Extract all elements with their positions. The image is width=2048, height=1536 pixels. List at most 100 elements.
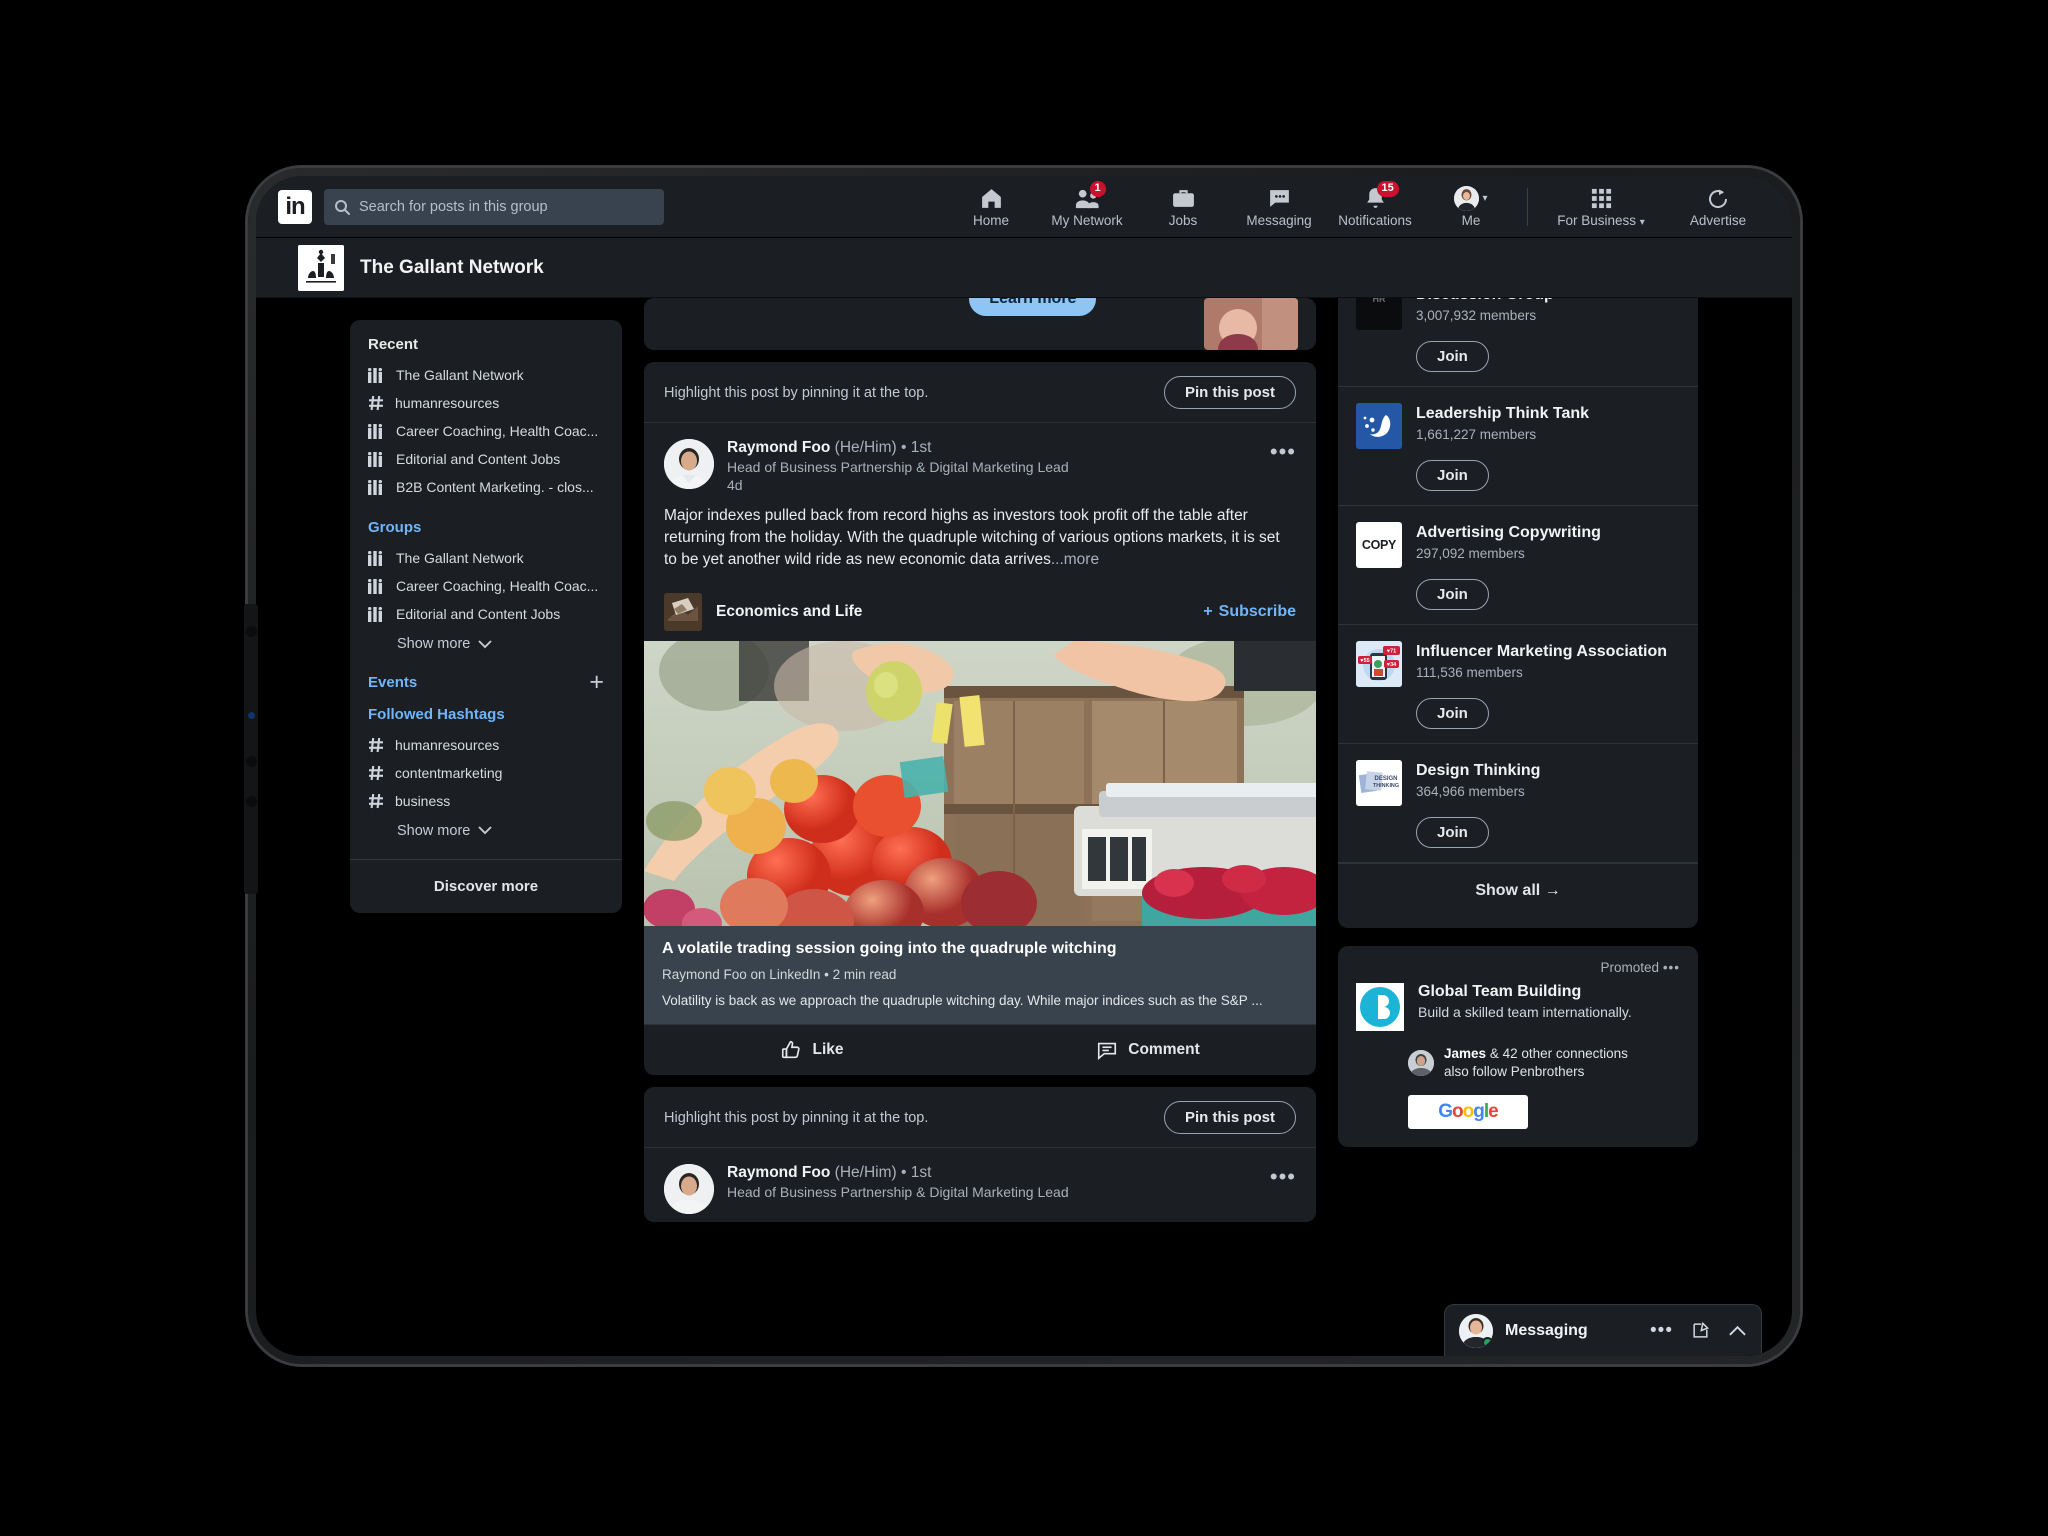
join-button-design-thinking[interactable]: Join	[1416, 817, 1489, 848]
thumbs-up-icon	[780, 1039, 802, 1061]
promoted-connection-text: James & 42 other connections also follow…	[1444, 1045, 1628, 1081]
hashtags-show-more-button[interactable]: Show more	[350, 815, 622, 847]
group-members: 297,092 members	[1416, 546, 1525, 562]
pin-this-post-button-2[interactable]: Pin this post	[1164, 1101, 1296, 1134]
group-avatar-icon: COPY	[1356, 522, 1402, 568]
subscribe-button-1[interactable]: + Subscribe	[1203, 603, 1296, 621]
group-avatar-icon	[1356, 403, 1402, 449]
show-all-groups-button[interactable]: Show all →	[1338, 863, 1698, 918]
sidebar-item-career-coaching[interactable]: Career Coaching, Health Coac...	[350, 417, 622, 445]
sidebar-hashtag-business[interactable]: business	[350, 787, 622, 815]
messaging-dock[interactable]: Messaging •••	[1444, 1304, 1762, 1356]
chevron-up-icon[interactable]	[1728, 1325, 1747, 1337]
promoted-connection-line2: also follow Penbrothers	[1444, 1064, 1585, 1080]
article-image[interactable]	[644, 641, 1316, 926]
group-icon	[368, 423, 385, 439]
post-author-1[interactable]: Raymond Foo (He/Him) • 1st	[727, 439, 1296, 457]
post-author-name-2: Raymond Foo	[727, 1164, 831, 1181]
avatar[interactable]	[664, 1164, 714, 1214]
group-row-influencer-marketing-association: ♥71 ♥55 ♥34 Influencer Marketing Associa…	[1338, 625, 1698, 744]
post-author-pronouns-1: (He/Him)	[834, 439, 897, 456]
nav-item-me[interactable]: ▾ Me	[1423, 176, 1519, 238]
left-column: Recent The Gallant Network humanresource…	[350, 298, 622, 1356]
sidebar-item-label: The Gallant Network	[396, 550, 524, 566]
pin-prompt-1: Highlight this post by pinning it at the…	[664, 384, 929, 401]
group-name[interactable]: Influencer Marketing Association	[1416, 641, 1667, 662]
nav-item-home[interactable]: Home	[943, 176, 1039, 238]
page-content: Recent The Gallant Network humanresource…	[256, 298, 1792, 1356]
nav-item-for-business[interactable]: For Business ▾	[1536, 176, 1666, 238]
group-name[interactable]: Advertising Copywriting	[1416, 522, 1601, 543]
like-button-1[interactable]: Like	[644, 1025, 980, 1075]
group-icon	[368, 578, 385, 594]
sidebar-group-the-gallant-network[interactable]: The Gallant Network	[350, 544, 622, 572]
groups-show-more-label: Show more	[397, 636, 471, 652]
promoted-options-icon[interactable]: •••	[1663, 960, 1680, 975]
group-name: The Gallant Network	[360, 256, 544, 278]
group-row-advertising-copywriting: COPY Advertising Copywriting 297,092 mem…	[1338, 506, 1698, 625]
sidebar-group-career-coaching[interactable]: Career Coaching, Health Coac...	[350, 572, 622, 600]
post-options-icon-1[interactable]: •••	[1270, 441, 1296, 463]
post-header-1: Raymond Foo (He/Him) • 1st Head of Busin…	[644, 423, 1316, 501]
nav-item-messaging[interactable]: Messaging	[1231, 176, 1327, 238]
sidebar-item-label: Editorial and Content Jobs	[396, 451, 561, 467]
join-button-influencer-marketing-association[interactable]: Join	[1416, 698, 1489, 729]
sidebar-hashtags-list: humanresources contentmarketing business	[350, 731, 622, 815]
nav-item-my-network[interactable]: 1 My Network	[1039, 176, 1135, 238]
sidebar-hashtag-contentmarketing[interactable]: contentmarketing	[350, 759, 622, 787]
compose-icon[interactable]	[1691, 1321, 1710, 1340]
promoted-title[interactable]: Global Team Building	[1418, 983, 1632, 1001]
join-button-leadership-think-tank[interactable]: Join	[1416, 460, 1489, 491]
tablet-screen: in Search for posts in this group Home 1…	[256, 176, 1792, 1356]
comment-button-1[interactable]: Comment	[980, 1025, 1316, 1075]
newsletter-name-1[interactable]: Economics and Life	[716, 603, 862, 621]
svg-text:♥71: ♥71	[1387, 649, 1396, 655]
nav-item-notifications[interactable]: 15 Notifications	[1327, 176, 1423, 238]
sidebar-hashtag-humanresources[interactable]: humanresources	[350, 731, 622, 759]
post-see-more-1[interactable]: ...more	[1051, 551, 1099, 568]
group-name[interactable]: Leadership Think Tank	[1416, 403, 1589, 424]
avatar[interactable]	[1459, 1313, 1493, 1348]
sidebar-item-editorial-content-jobs[interactable]: Editorial and Content Jobs	[350, 445, 622, 473]
search-input[interactable]: Search for posts in this group	[324, 188, 664, 225]
article-card[interactable]: A volatile trading session going into th…	[644, 926, 1316, 1024]
bell-icon: 15	[1363, 180, 1399, 212]
nav-item-advertise[interactable]: Advertise	[1666, 176, 1770, 238]
add-event-button[interactable]: +	[589, 670, 604, 694]
post-options-icon-2[interactable]: •••	[1270, 1166, 1296, 1188]
search-icon	[334, 199, 350, 215]
pin-this-post-button-1[interactable]: Pin this post	[1164, 376, 1296, 409]
group-icon	[368, 367, 385, 383]
advertise-icon	[1706, 186, 1730, 212]
nav-item-jobs[interactable]: Jobs	[1135, 176, 1231, 238]
learn-more-button[interactable]: Learn more	[969, 298, 1097, 316]
group-members: 1,661,227 members	[1416, 427, 1537, 443]
group-name[interactable]: Discussion Group	[1416, 298, 1554, 305]
right-column: HR Discussion Group 3,007,932 members Jo…	[1338, 298, 1698, 1356]
discover-more-button[interactable]: Discover more	[350, 858, 622, 913]
badge-notifications: 15	[1376, 180, 1399, 197]
sidebar-item-b2b-content-marketing[interactable]: B2B Content Marketing. - clos...	[350, 473, 622, 501]
avatar[interactable]	[664, 439, 714, 489]
groups-show-more-button[interactable]: Show more	[350, 628, 622, 660]
tablet-device-frame: in Search for posts in this group Home 1…	[248, 168, 1800, 1364]
post-author-title-1: Head of Business Partnership & Digital M…	[727, 459, 1069, 475]
sidebar-item-the-gallant-network[interactable]: The Gallant Network	[350, 361, 622, 389]
global-nav: in Search for posts in this group Home 1…	[256, 176, 1792, 238]
promoted-subtitle: Build a skilled team internationally.	[1418, 1004, 1632, 1020]
sidebar-group-editorial-content-jobs[interactable]: Editorial and Content Jobs	[350, 600, 622, 628]
nav-label-home: Home	[972, 212, 1009, 228]
group-logo-icon[interactable]	[298, 244, 344, 291]
group-name[interactable]: Design Thinking	[1416, 760, 1540, 781]
post-author-2[interactable]: Raymond Foo (He/Him) • 1st	[727, 1164, 1296, 1182]
sidebar-item-label: humanresources	[395, 736, 500, 753]
group-header: The Gallant Network	[256, 238, 1792, 298]
sidebar-item-label: humanresources	[395, 395, 500, 411]
join-button-advertising-copywriting[interactable]: Join	[1416, 579, 1489, 610]
linkedin-logo-icon[interactable]: in	[278, 189, 312, 224]
more-dots-icon[interactable]: •••	[1650, 1320, 1673, 1342]
sidebar-item-humanresources[interactable]: humanresources	[350, 389, 622, 417]
promoted-banner[interactable]: Learn more	[644, 298, 1316, 350]
linkedin-page: in Search for posts in this group Home 1…	[256, 176, 1792, 1356]
join-button-discussion-group[interactable]: Join	[1416, 341, 1489, 372]
